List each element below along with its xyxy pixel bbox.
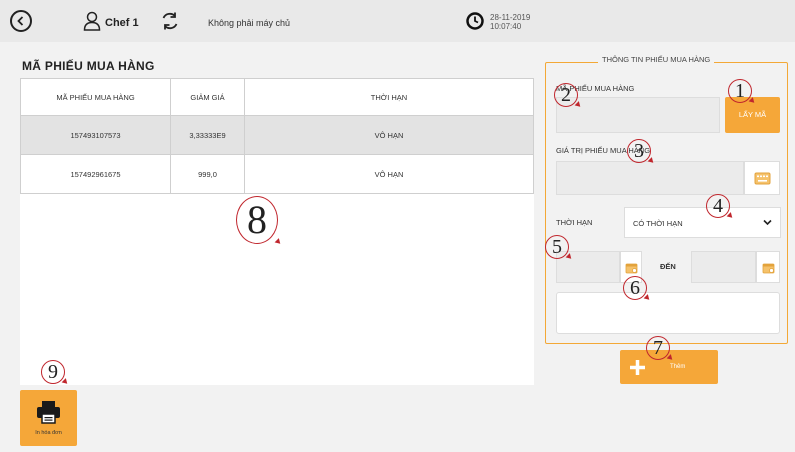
annotation-marker-6: 6	[623, 276, 647, 300]
clock-icon	[466, 12, 484, 30]
annotation-marker-3: 3	[627, 139, 651, 163]
term-label: THỜI HẠN	[556, 218, 593, 227]
cell-term: VÔ HẠN	[244, 154, 534, 194]
column-header-code: MÃ PHIẾU MUA HÀNG	[20, 78, 171, 116]
server-status: Không phải máy chủ	[208, 18, 291, 28]
annotation-marker-9: 9	[41, 360, 65, 384]
cell-discount: 999,0	[170, 154, 245, 194]
annotation-marker-4: 4	[706, 194, 730, 218]
column-header-term: THỜI HẠN	[244, 78, 534, 116]
table-row[interactable]: 157492961675 999,0 VÔ HẠN	[20, 154, 534, 194]
to-label: ĐẾN	[660, 262, 676, 271]
plus-icon	[630, 360, 645, 375]
cell-term: VÔ HẠN	[244, 115, 534, 155]
back-button[interactable]	[10, 10, 32, 32]
cell-code: 157493107573	[20, 115, 171, 155]
keyboard-icon	[754, 172, 771, 185]
top-bar: Chef 1 Không phải máy chủ 28-11-2019 10:…	[0, 0, 795, 42]
user-name: Chef 1	[105, 17, 139, 29]
table-row[interactable]: 157493107573 3,33333E9 VÔ HẠN	[20, 115, 534, 155]
calendar-icon	[762, 263, 775, 274]
column-header-discount: GIẢM GIÁ	[170, 78, 245, 116]
end-date-field[interactable]	[691, 251, 756, 283]
add-button-label: Thêm	[670, 364, 686, 370]
current-time: 10:07:40	[490, 22, 522, 31]
cell-discount: 3,33333E9	[170, 115, 245, 155]
back-icon	[17, 16, 24, 26]
term-select[interactable]: CÓ THỜI HẠN	[624, 207, 781, 238]
end-date-calendar-button[interactable]	[756, 251, 780, 283]
annotation-marker-2: 2	[554, 83, 578, 107]
user-icon	[83, 11, 101, 31]
voucher-list-title: MÃ PHIẾU MUA HÀNG	[22, 59, 155, 73]
sync-icon[interactable]	[160, 11, 180, 31]
keyboard-button[interactable]	[744, 161, 780, 195]
annotation-marker-1: 1	[728, 79, 752, 103]
print-invoice-button[interactable]: In hóa đơn	[20, 390, 77, 446]
printer-icon	[37, 401, 60, 424]
table-header-row: MÃ PHIẾU MUA HÀNG GIẢM GIÁ THỜI HẠN	[20, 78, 534, 116]
cell-code: 157492961675	[20, 154, 171, 194]
chevron-down-icon	[763, 219, 772, 226]
term-select-value: CÓ THỜI HẠN	[633, 219, 683, 228]
note-field[interactable]	[556, 292, 780, 334]
print-invoice-label: In hóa đơn	[35, 430, 62, 436]
annotation-marker-5: 5	[545, 235, 569, 259]
voucher-list: MÃ PHIẾU MUA HÀNG GIẢM GIÁ THỜI HẠN 1574…	[20, 78, 534, 385]
voucher-value-field[interactable]	[556, 161, 744, 195]
calendar-icon	[625, 263, 638, 274]
annotation-marker-8: 8	[236, 196, 278, 244]
voucher-table: MÃ PHIẾU MUA HÀNG GIẢM GIÁ THỜI HẠN 1574…	[20, 78, 534, 194]
annotation-marker-7: 7	[646, 336, 670, 360]
voucher-info-title: THÔNG TIN PHIẾU MUA HÀNG	[598, 55, 715, 64]
